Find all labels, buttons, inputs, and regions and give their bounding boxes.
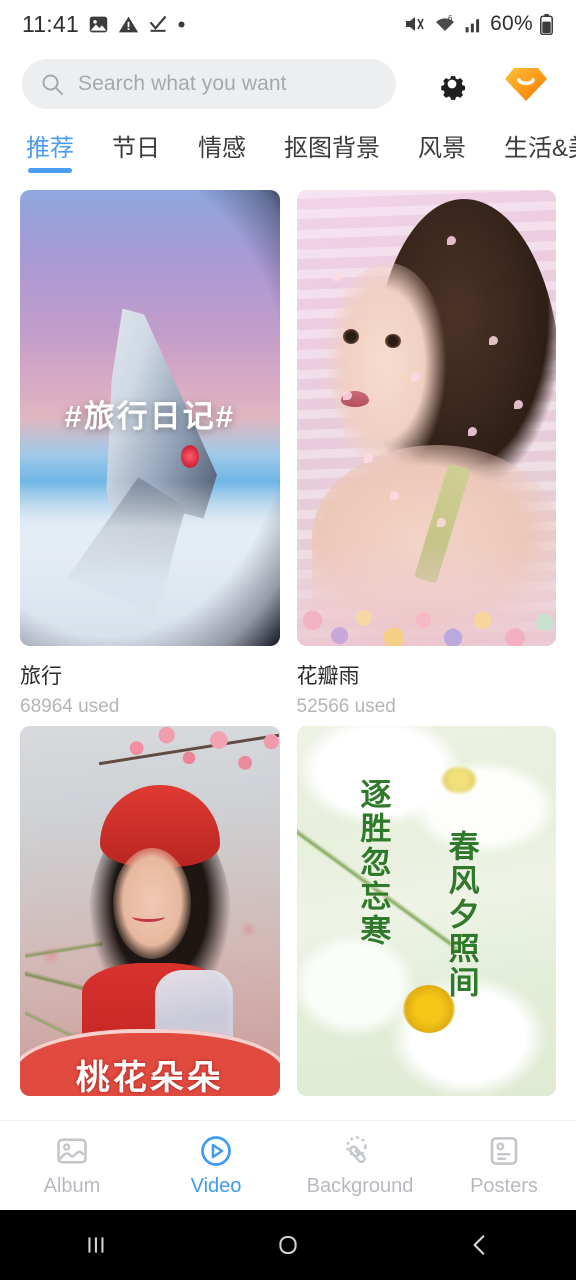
petal-rain-artwork (296, 190, 556, 646)
card-title: 花瓣雨 (296, 665, 360, 688)
wifi-icon: 6 (433, 12, 457, 36)
battery-percent: 60% (490, 12, 533, 35)
home-button[interactable] (192, 1232, 384, 1258)
nav-label: Album (43, 1175, 101, 1197)
settings-button[interactable] (424, 67, 480, 101)
template-grid: #旅行日记# 旅行 68964 used 花瓣雨 52566 used 桃花朵朵… (0, 182, 576, 1096)
play-circle-icon (198, 1133, 234, 1169)
status-time: 11:41 (22, 10, 79, 37)
nav-item-video[interactable]: Video (144, 1133, 288, 1198)
warning-triangle-icon (118, 14, 139, 35)
template-thumbnail[interactable]: #旅行日记# (20, 190, 280, 646)
template-thumbnail[interactable]: 桃花朵朵 (20, 726, 280, 1096)
tab-recommend[interactable]: 推荐 (26, 128, 74, 175)
template-thumbnail[interactable]: 逐胜忽忘寒 春风夕照间 (296, 726, 556, 1096)
search-input[interactable]: Search what you want (22, 59, 396, 109)
thumbnail-banner: 桃花朵朵 (20, 1029, 280, 1096)
nav-item-album[interactable]: Album (0, 1133, 144, 1198)
status-bar-right: 6 60% (403, 12, 554, 36)
peach-blossom-artwork: 桃花朵朵 (20, 726, 280, 1096)
gear-icon (435, 67, 469, 101)
image-icon (88, 14, 109, 35)
android-navigation-bar (0, 1210, 576, 1280)
search-icon (40, 72, 64, 96)
photo-icon (54, 1133, 90, 1169)
nav-label: Video (190, 1175, 242, 1197)
thumbnail-overlay-text-right: 春风夕照间 (443, 829, 479, 1000)
tab-scenery[interactable]: 风景 (418, 128, 466, 175)
card-usage-count: 68964 used (20, 696, 120, 717)
status-bar: 11:41 6 60% (0, 0, 576, 48)
category-tabs[interactable]: 推荐 节日 情感 抠图背景 风景 生活&美 (0, 120, 576, 182)
template-card-travel[interactable]: #旅行日记# 旅行 68964 used (20, 190, 280, 718)
template-card-daisy-poem[interactable]: 逐胜忽忘寒 春风夕照间 (296, 726, 556, 1096)
template-thumbnail[interactable] (296, 190, 556, 646)
back-icon (467, 1232, 493, 1258)
tab-festival[interactable]: 节日 (112, 128, 160, 175)
nav-label: Background (306, 1175, 414, 1197)
tab-cutout-background[interactable]: 抠图背景 (284, 128, 380, 175)
template-card-petal-rain[interactable]: 花瓣雨 52566 used (296, 190, 556, 718)
magic-wand-icon (342, 1133, 378, 1169)
search-placeholder: Search what you want (78, 72, 287, 95)
thumbnail-overlay-text: #旅行日记# (64, 398, 235, 434)
daisy-poem-artwork: 逐胜忽忘寒 春风夕照间 (296, 726, 556, 1096)
vip-button[interactable] (498, 64, 554, 104)
search-row: Search what you want (0, 48, 576, 120)
card-usage-count: 52566 used (296, 696, 396, 717)
check-underline-icon (148, 14, 168, 34)
nav-item-posters[interactable]: Posters (432, 1133, 576, 1198)
battery-icon (539, 13, 554, 35)
thumbnail-overlay-text-left: 逐胜忽忘寒 (355, 777, 391, 948)
signal-bars-icon (463, 14, 484, 35)
bottom-navigation: Album Video Background Posters (0, 1120, 576, 1210)
tab-emotion[interactable]: 情感 (198, 128, 246, 175)
mute-icon (403, 12, 427, 36)
status-bar-left: 11:41 (22, 11, 186, 38)
airplane-wing-artwork: #旅行日记# (20, 190, 280, 646)
id-card-icon (486, 1133, 522, 1169)
recents-icon (83, 1232, 109, 1258)
svg-text:6: 6 (448, 14, 453, 23)
home-icon (275, 1232, 301, 1258)
dot-icon (177, 20, 186, 29)
nav-label: Posters (470, 1175, 538, 1197)
phone-screen: 11:41 6 60% Search what you want 推荐 节日 情… (0, 0, 576, 1280)
back-button[interactable] (384, 1232, 576, 1258)
recents-button[interactable] (0, 1232, 192, 1258)
card-title: 旅行 (20, 665, 62, 688)
template-card-peach-blossom[interactable]: 桃花朵朵 (20, 726, 280, 1096)
tab-life-beauty[interactable]: 生活&美 (504, 128, 576, 175)
vip-diamond-icon (504, 64, 548, 104)
thumbnail-overlay-text: 桃花朵朵 (75, 1058, 224, 1096)
nav-item-background[interactable]: Background (288, 1133, 432, 1198)
